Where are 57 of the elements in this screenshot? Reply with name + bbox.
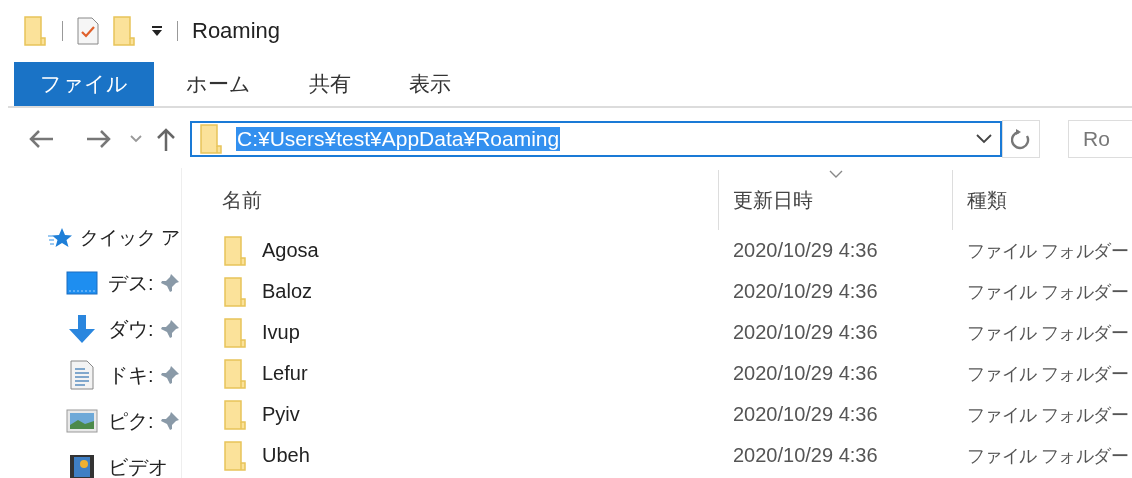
- file-name[interactable]: Pyiv: [262, 403, 300, 426]
- document-icon: [70, 360, 94, 390]
- folder-icon: [224, 276, 248, 307]
- file-type: ファイル フォルダー: [966, 444, 1129, 468]
- sidebar-item[interactable]: クイック ア: [0, 216, 181, 260]
- back-arrow-icon[interactable]: [28, 129, 54, 149]
- picture-icon: [66, 409, 98, 433]
- file-type: ファイル フォルダー: [966, 280, 1129, 304]
- file-name[interactable]: Agosa: [262, 239, 319, 262]
- folder-icon: [224, 317, 248, 348]
- ribbon-tab[interactable]: 共有: [283, 62, 377, 106]
- file-name[interactable]: Lefur: [262, 362, 308, 385]
- refresh-icon: [1011, 128, 1031, 150]
- address-text: C:¥Users¥test¥AppData¥Roaming: [236, 127, 561, 151]
- sidebar-item[interactable]: ドキ:: [0, 352, 180, 398]
- folder-icon: [224, 399, 248, 430]
- folder-icon: [113, 16, 137, 46]
- folder-icon: [24, 16, 48, 46]
- sidebar-item[interactable]: デス:: [0, 260, 180, 306]
- modified-date: 2020/10/29 4:36: [732, 280, 879, 303]
- folder-icon: [224, 440, 248, 471]
- modified-date: 2020/10/29 4:36: [732, 444, 879, 467]
- file-name[interactable]: Baloz: [262, 280, 313, 303]
- sidebar-item[interactable]: ダウ:: [0, 306, 180, 352]
- search-field[interactable]: Ro: [1068, 120, 1132, 158]
- folder-icon: [200, 124, 224, 154]
- film-icon: [69, 454, 95, 478]
- modified-date: 2020/10/29 4:36: [732, 362, 879, 385]
- file-type: ファイル フォルダー: [966, 321, 1129, 345]
- folder-icon: [224, 358, 248, 389]
- file-type: ファイル フォルダー: [966, 403, 1129, 427]
- column-header[interactable]: 種類: [952, 170, 1132, 230]
- ribbon-tab[interactable]: ファイル: [14, 62, 154, 106]
- file-type: ファイル フォルダー: [966, 239, 1129, 263]
- modified-date: 2020/10/29 4:36: [732, 403, 879, 426]
- column-header[interactable]: 名前: [220, 170, 718, 230]
- up-arrow-icon[interactable]: [156, 127, 176, 151]
- dropdown-icon[interactable]: [151, 25, 163, 37]
- file-type: ファイル フォルダー: [966, 362, 1129, 386]
- chevron-down-icon[interactable]: [976, 134, 992, 144]
- modified-date: 2020/10/29 4:36: [732, 239, 879, 262]
- file-name[interactable]: Ivup: [262, 321, 300, 344]
- window-title: Roaming: [192, 18, 281, 44]
- sidebar-item[interactable]: ピク:: [0, 398, 180, 444]
- ribbon-tab[interactable]: ホーム: [160, 62, 277, 106]
- properties-icon[interactable]: [77, 17, 99, 45]
- ribbon-tab[interactable]: 表示: [383, 62, 477, 106]
- refresh-button[interactable]: [1002, 120, 1040, 158]
- sidebar-item[interactable]: ビデオ: [0, 444, 168, 478]
- download-arrow-icon: [66, 314, 98, 344]
- file-name[interactable]: Ubeh: [262, 444, 310, 467]
- folder-icon: [224, 235, 248, 266]
- forward-arrow-icon[interactable]: [86, 129, 112, 149]
- star-icon: [47, 227, 73, 249]
- column-header[interactable]: 更新日時: [718, 170, 952, 230]
- modified-date: 2020/10/29 4:36: [732, 321, 879, 344]
- desktop-icon: [66, 270, 98, 296]
